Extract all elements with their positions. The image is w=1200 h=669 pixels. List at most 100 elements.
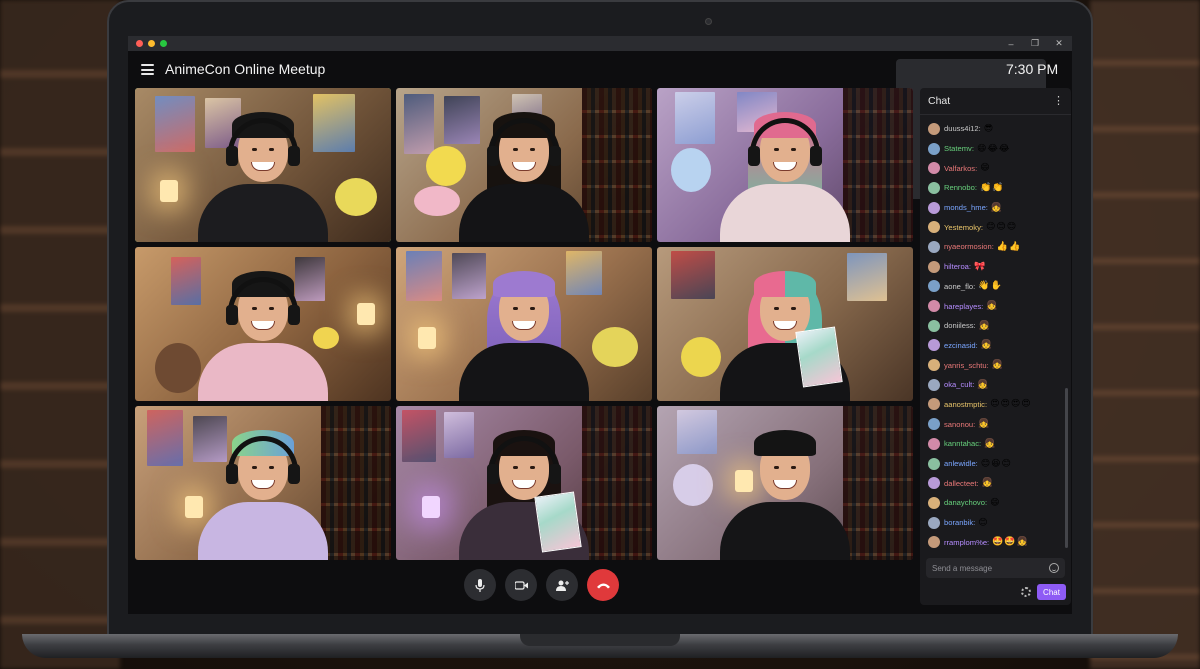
avatar[interactable] — [928, 437, 940, 450]
avatar[interactable] — [928, 221, 940, 234]
participant-video — [188, 102, 338, 242]
chat-header: Chat ⋮ — [920, 88, 1071, 115]
avatar[interactable] — [928, 378, 940, 391]
avatar[interactable] — [928, 457, 940, 470]
chat-settings-icon[interactable] — [1021, 587, 1031, 597]
avatar[interactable] — [928, 300, 940, 313]
participant-video — [710, 420, 860, 560]
chat-message-text: 👧 — [978, 320, 991, 331]
chat-username[interactable]: duuss4i12: — [944, 124, 981, 133]
chat-message: hilteroa: 🎀 — [928, 257, 1071, 277]
mute-button[interactable] — [464, 569, 496, 601]
chat-send-button[interactable]: Chat — [1037, 584, 1066, 600]
avatar[interactable] — [928, 516, 940, 529]
chat-message: doniiless: 👧 — [928, 316, 1071, 336]
laptop-notch — [520, 634, 680, 646]
chat-username[interactable]: yanris_schtu: — [944, 361, 989, 370]
avatar[interactable] — [928, 536, 940, 549]
chat-message-input[interactable] — [932, 563, 1042, 573]
avatar[interactable] — [928, 201, 940, 214]
chat-message-text: 👧 — [977, 379, 990, 390]
minimize-button[interactable]: – — [1006, 39, 1016, 49]
app-header: AnimeCon Online Meetup 7:30 PM — [128, 51, 1072, 199]
chat-message-text: 👧 — [986, 301, 999, 312]
hang-up-button[interactable] — [587, 569, 619, 601]
avatar[interactable] — [928, 240, 940, 253]
chat-message-text: 👧 — [981, 478, 994, 489]
add-person-button[interactable] — [546, 569, 578, 601]
chat-username[interactable]: ezcinasid: — [944, 341, 978, 350]
chat-username[interactable]: kanntahac: — [944, 439, 981, 448]
video-tile[interactable] — [135, 247, 391, 401]
zoom-traffic-light[interactable] — [160, 40, 167, 47]
avatar[interactable] — [928, 122, 940, 135]
chat-message: yanris_schtu: 👧 — [928, 355, 1071, 375]
video-tile[interactable] — [396, 406, 652, 560]
more-options-icon[interactable]: ⋮ — [1053, 96, 1064, 107]
avatar[interactable] — [928, 359, 940, 372]
background-bookshelf-left — [0, 0, 120, 669]
camera-toggle-button[interactable] — [505, 569, 537, 601]
chat-username[interactable]: Rennobo: — [944, 183, 977, 192]
chat-message-list[interactable]: duuss4i12: 😎 Statemv: 😄😂😂 Valfarkos: 😄 Rennobo… — [920, 117, 1071, 555]
chat-username[interactable]: doniiless: — [944, 321, 976, 330]
chat-username[interactable]: boranbik: — [944, 518, 975, 527]
chat-username[interactable]: Yestemoky: — [944, 223, 983, 232]
clock: 7:30 PM — [1006, 61, 1059, 77]
chat-username[interactable]: oka_cult: — [944, 380, 974, 389]
chat-username[interactable]: anlewidle: — [944, 459, 978, 468]
chat-username[interactable]: nyaeormosion: — [944, 242, 994, 251]
chat-username[interactable]: dallecteet: — [944, 479, 979, 488]
avatar[interactable] — [928, 260, 940, 273]
chat-message: dallecteet: 👧 — [928, 473, 1071, 493]
close-button[interactable]: ✕ — [1054, 38, 1064, 49]
chat-username[interactable]: Statemv: — [944, 144, 974, 153]
avatar[interactable] — [928, 418, 940, 431]
avatar[interactable] — [928, 181, 940, 194]
avatar[interactable] — [928, 142, 940, 155]
chat-message: Rennobo: 👏👏 — [928, 178, 1071, 198]
video-tile[interactable] — [396, 88, 652, 242]
video-tile[interactable] — [657, 406, 913, 560]
avatar[interactable] — [928, 339, 940, 352]
avatar[interactable] — [928, 398, 940, 411]
avatar[interactable] — [928, 162, 940, 175]
chat-username[interactable]: Valfarkos: — [944, 164, 977, 173]
chat-username[interactable]: aone_flo: — [944, 282, 975, 291]
chat-username[interactable]: sanonou: — [944, 420, 975, 429]
close-traffic-light[interactable] — [136, 40, 143, 47]
chat-username[interactable]: hareplayes: — [944, 302, 983, 311]
chat-message: monds_hme: 👧 — [928, 198, 1071, 218]
avatar[interactable] — [928, 496, 940, 509]
chat-message-text: 😄 — [990, 497, 1001, 508]
app-window: – ❐ ✕ AnimeCon Online Meetup 7:30 PM Cha… — [128, 36, 1072, 614]
background-bookshelf-right — [1090, 0, 1200, 669]
emoji-picker-icon[interactable] — [1049, 563, 1059, 573]
chat-message: anlewidle: 😊😆😊 — [928, 454, 1071, 474]
chat-username[interactable]: rramplom%e: — [944, 538, 989, 547]
chat-message-text: 😊 — [978, 517, 989, 528]
participant-video — [188, 261, 338, 401]
chat-username[interactable]: hilteroa: — [944, 262, 971, 271]
avatar[interactable] — [928, 477, 940, 490]
video-tile[interactable] — [135, 88, 391, 242]
chat-message-text: 👧 — [991, 360, 1004, 371]
restore-button[interactable]: ❐ — [1030, 38, 1040, 49]
chat-username[interactable]: aanostmptic: — [944, 400, 987, 409]
video-tile[interactable] — [135, 406, 391, 560]
chat-message-text: 😄😂😂 — [976, 143, 1011, 154]
chat-username[interactable]: monds_hme: — [944, 203, 988, 212]
avatar[interactable] — [928, 319, 940, 332]
avatar[interactable] — [928, 280, 940, 293]
minimize-traffic-light[interactable] — [148, 40, 155, 47]
chat-message-text: 👧 — [990, 202, 1004, 213]
video-tile[interactable] — [396, 247, 652, 401]
chat-message: Yestemoky: 😊😊😊 — [928, 217, 1071, 237]
video-tile[interactable] — [657, 247, 913, 401]
participant-video — [188, 420, 338, 560]
chat-username[interactable]: danaychovo: — [944, 498, 987, 507]
hamburger-menu-icon[interactable] — [141, 64, 154, 75]
chat-message: boranbik: 😊 — [928, 513, 1071, 533]
video-tile[interactable] — [657, 88, 913, 242]
chat-scrollbar[interactable] — [1065, 388, 1068, 548]
